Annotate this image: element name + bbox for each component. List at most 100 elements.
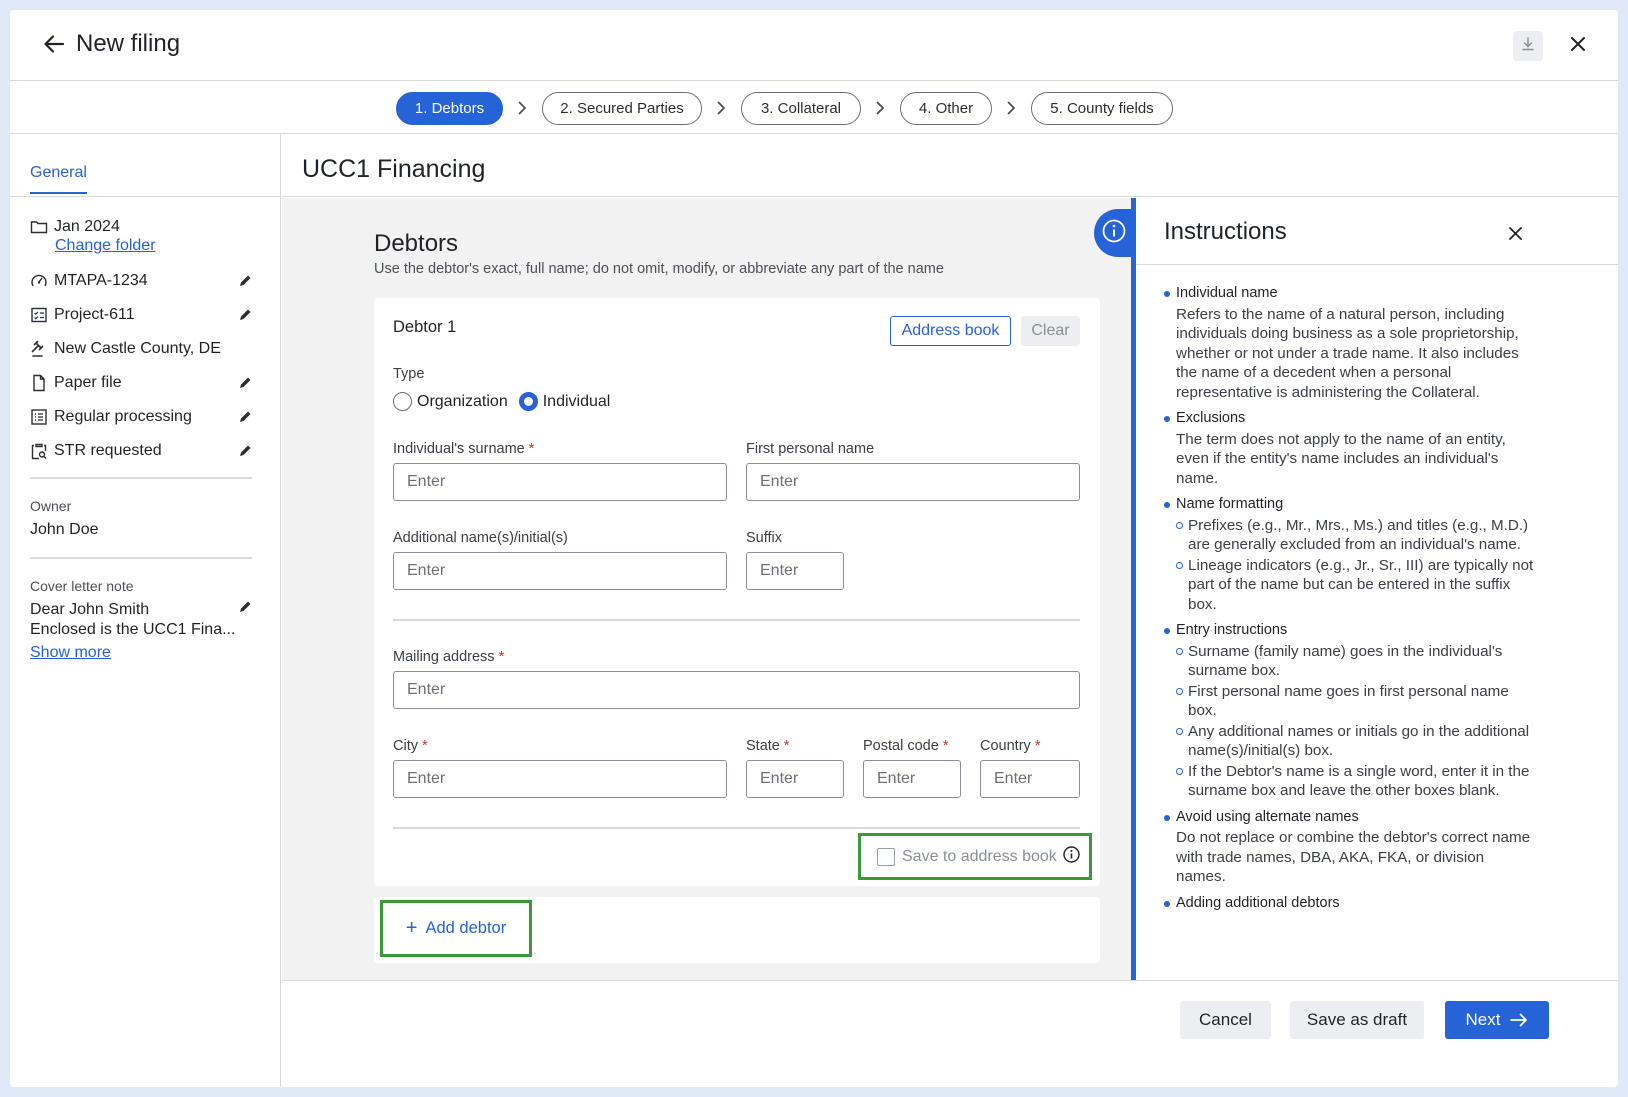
city-input[interactable] [393, 760, 727, 798]
instruction-item: Adding additional debtors [1164, 894, 1534, 914]
pencil-icon[interactable] [238, 308, 252, 322]
required-mark: * [498, 649, 505, 665]
instructions-panel: Instructions Individual name Refers to t… [1136, 198, 1618, 980]
download-button[interactable] [1513, 31, 1543, 61]
city-label: City * [393, 738, 428, 754]
state-label: State * [746, 738, 790, 754]
step-other[interactable]: 4. Other [900, 92, 992, 125]
form-area: Debtors Use the debtor's exact, full nam… [282, 198, 1136, 980]
save-to-address-book-checkbox[interactable] [877, 847, 895, 866]
tab-underline [10, 196, 281, 197]
close-instructions-button[interactable] [1504, 222, 1526, 244]
additional-names-label: Additional name(s)/initial(s) [393, 530, 568, 546]
step-collateral[interactable]: 3. Collateral [741, 92, 861, 125]
instruction-subitem: Surname (family name) goes in the indivi… [1176, 642, 1534, 681]
instruction-heading: Exclusions [1176, 410, 1246, 426]
next-label: Next [1465, 1010, 1501, 1029]
additional-names-input[interactable] [393, 552, 727, 590]
country-input[interactable] [980, 760, 1080, 798]
chevron-right-icon [518, 101, 527, 115]
section-title: Debtors [374, 230, 459, 257]
required-mark: * [942, 738, 949, 754]
debtor-card: Debtor 1 Address book Clear Type Organiz… [374, 298, 1100, 886]
gavel-icon [30, 340, 48, 358]
instruction-heading: Entry instructions [1176, 622, 1288, 638]
step-county-fields[interactable]: 5. County fields [1031, 92, 1173, 125]
instruction-item: Entry instructions Surname (family name)… [1164, 621, 1534, 801]
radio-organization[interactable] [393, 392, 412, 411]
pencil-icon[interactable] [238, 376, 252, 390]
step-secured-parties[interactable]: 2. Secured Parties [542, 92, 702, 125]
sidebar-item-label: Project-611 [54, 306, 135, 323]
clear-button[interactable]: Clear [1021, 316, 1080, 346]
step-debtors[interactable]: 1. Debtors [396, 92, 503, 125]
sidebar-item-project: Project-611 [30, 304, 135, 326]
instruction-subitem: Lineage indicators (e.g., Jr., Sr., III)… [1176, 556, 1534, 615]
chevron-right-icon [876, 101, 885, 115]
save-to-address-book-label: Save to address book [902, 847, 1057, 865]
instructions-toggle[interactable] [1094, 209, 1134, 257]
mailing-address-input[interactable] [393, 671, 1080, 709]
change-folder-link[interactable]: Change folder [55, 237, 156, 255]
state-label-text: State [746, 738, 780, 754]
pencil-icon[interactable] [238, 410, 252, 424]
postal-code-input[interactable] [863, 760, 961, 798]
close-window-button[interactable] [1565, 33, 1591, 59]
step-bar: 1. Debtors 2. Secured Parties 3. Collate… [10, 82, 1618, 134]
radio-individual[interactable] [518, 392, 538, 411]
divider [393, 619, 1080, 621]
country-label: Country * [980, 738, 1040, 754]
window-title: New filing [76, 30, 181, 57]
instruction-subitem: If the Debtor's name is a single word, e… [1176, 762, 1534, 801]
radio-individual-label: Individual [542, 392, 611, 410]
sidebar-item-label: STR requested [54, 442, 162, 459]
folder-icon [30, 218, 48, 236]
plus-icon: + [405, 917, 418, 939]
instruction-subitem: First personal name goes in first person… [1176, 682, 1534, 721]
close-icon [1571, 36, 1585, 56]
back-arrow-icon[interactable] [42, 32, 66, 56]
divider [1136, 264, 1618, 265]
pencil-icon[interactable] [238, 600, 252, 614]
checklist-icon [30, 306, 48, 324]
required-mark: * [422, 738, 428, 754]
pencil-icon[interactable] [238, 274, 252, 288]
sidebar-item-label: New Castle County, DE [54, 340, 221, 357]
add-debtor-button[interactable]: + Add debtor [380, 900, 532, 957]
save-as-draft-button[interactable]: Save as draft [1290, 1001, 1424, 1039]
sidebar: General Jan 2024 Change folder MTAPA-123… [10, 134, 281, 1087]
owner-value: John Doe [30, 521, 99, 538]
instruction-heading: Adding additional debtors [1176, 894, 1340, 911]
pencil-icon[interactable] [238, 444, 252, 458]
show-more-link[interactable]: Show more [30, 644, 111, 662]
document-icon [30, 374, 48, 392]
country-label-text: Country [980, 738, 1031, 754]
tab-general[interactable]: General [30, 164, 87, 194]
instruction-heading: Individual name [1176, 285, 1278, 301]
sidebar-item-matter: MTAPA-1234 [30, 270, 148, 292]
address-book-button[interactable]: Address book [890, 316, 1011, 346]
info-icon [1102, 219, 1126, 248]
suffix-input[interactable] [746, 552, 844, 590]
instruction-heading: Avoid using alternate names [1176, 808, 1359, 825]
next-button[interactable]: Next [1445, 1001, 1549, 1039]
state-input[interactable] [746, 760, 844, 798]
surname-input[interactable] [393, 463, 727, 501]
postal-code-label: Postal code * [863, 738, 948, 754]
surname-label: Individual's surname * [393, 441, 534, 457]
first-name-input[interactable] [746, 463, 1080, 501]
radio-organization-label: Organization [417, 392, 508, 410]
info-icon[interactable] [1063, 845, 1080, 868]
sidebar-item-label: MTAPA-1234 [54, 272, 148, 289]
instruction-item: Name formatting Prefixes (e.g., Mr., Mrs… [1164, 495, 1534, 614]
cover-letter-label: Cover letter note [30, 578, 134, 594]
sidebar-item-paper-file: Paper file [30, 372, 122, 394]
cancel-button[interactable]: Cancel [1180, 1001, 1271, 1039]
type-label: Type [393, 366, 425, 382]
debtor-card-title: Debtor 1 [393, 318, 457, 336]
sidebar-item-label: Regular processing [54, 408, 192, 425]
close-icon [1508, 226, 1522, 240]
sidebar-item-county: New Castle County, DE [30, 338, 221, 360]
surname-label-text: Individual's surname [393, 441, 525, 457]
first-name-label: First personal name [746, 441, 875, 457]
